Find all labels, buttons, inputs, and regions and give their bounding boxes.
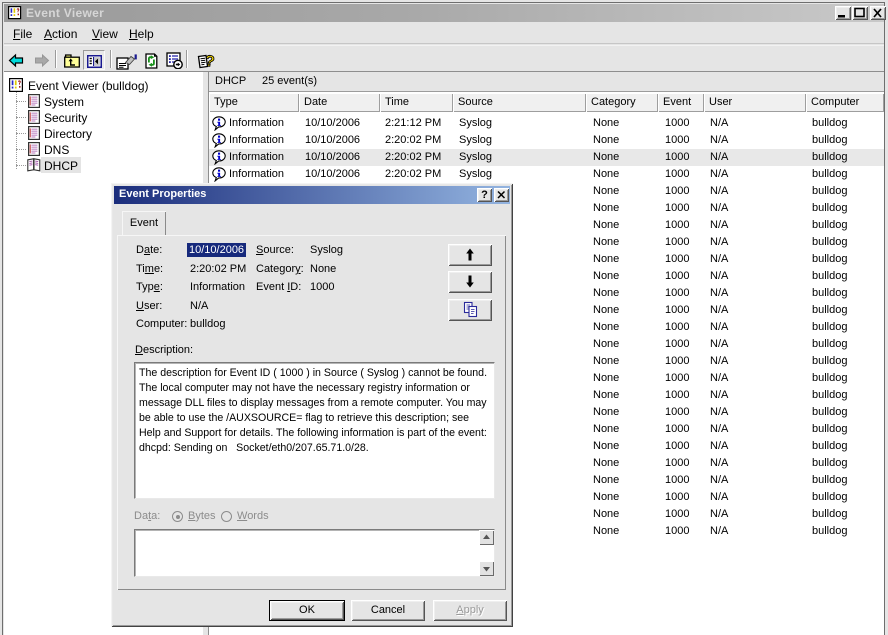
svg-text:?: ? bbox=[204, 53, 216, 69]
